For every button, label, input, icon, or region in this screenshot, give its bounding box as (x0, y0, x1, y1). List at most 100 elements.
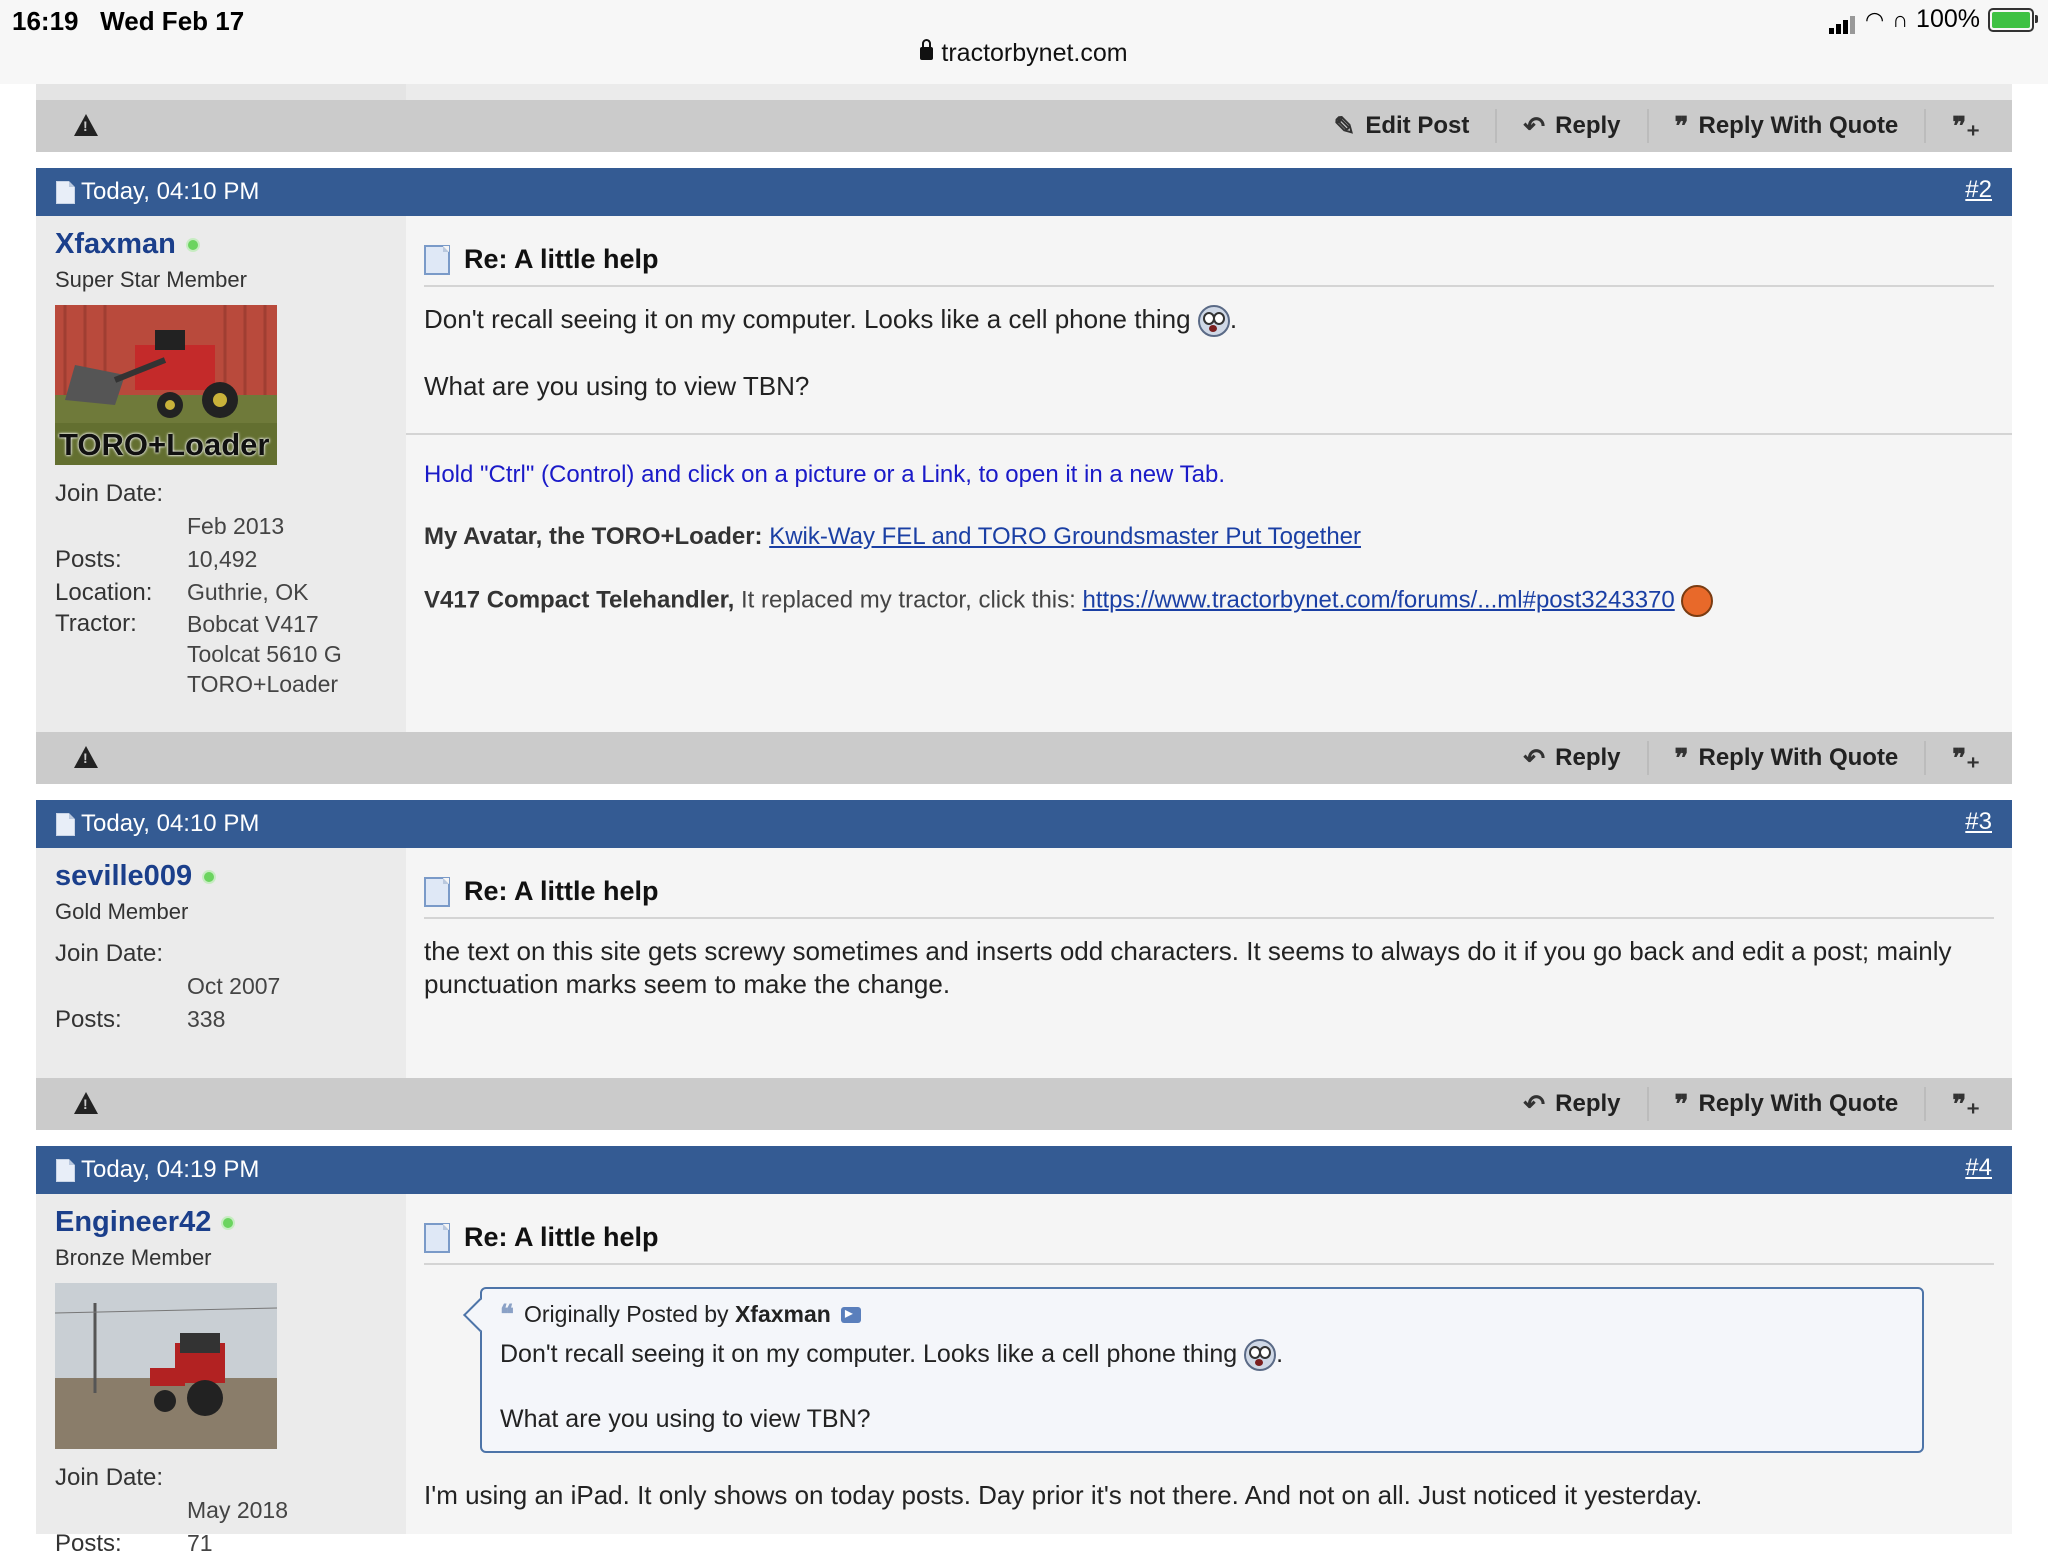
user-info-panel: Engineer42 Bronze Member Join Date: May … (36, 1194, 406, 1557)
clock-date: Wed Feb 17 (100, 6, 245, 36)
quote-bubble-icon: ❞ (1674, 1088, 1689, 1119)
username-link[interactable]: Engineer42 (55, 1206, 406, 1239)
view-post-arrow-icon[interactable] (840, 1303, 861, 1323)
user-title: Bronze Member (55, 1245, 212, 1270)
post-icon (424, 244, 450, 275)
online-status-icon (185, 237, 200, 252)
user-title: Gold Member (55, 899, 189, 924)
multi-quote-button[interactable]: ❞₊ (1924, 109, 1990, 143)
reply-arrow-icon: ↶ (1523, 742, 1546, 773)
edit-post-button[interactable]: ✎ Edit Post (1308, 109, 1496, 143)
avatar[interactable]: TORO+Loader (55, 305, 277, 465)
multi-quote-button[interactable]: ❞₊ (1924, 741, 1990, 775)
quote-author: Xfaxman (734, 1301, 831, 1327)
reply-with-quote-button[interactable]: ❞ Reply With Quote (1646, 741, 1925, 775)
reply-button[interactable]: ↶ Reply (1497, 741, 1646, 775)
post-count: 10,492 (187, 546, 258, 572)
wifi-icon: ◠ (1865, 6, 1885, 32)
user-title: Super Star Member (55, 267, 247, 292)
user-details: Join Date: Feb 2013 Posts: 10,492 Locatio… (55, 477, 406, 699)
status-icons: ◠ ∩ 100% (1829, 5, 2038, 34)
post-date: Today, 04:10 PM (56, 810, 259, 838)
post-content: Re: A little help ❝ Originally Posted by… (406, 1194, 2012, 1534)
post-date: Today, 04:19 PM (56, 1156, 259, 1184)
avatar[interactable] (55, 1283, 277, 1449)
post-title: Re: A little help (424, 876, 1994, 919)
reply-button[interactable]: ↶ Reply (1495, 109, 1646, 143)
post-2-header: Today, 04:10 PM #2 (36, 168, 2012, 216)
post-3-body: seville009 Gold Member Join Date: Oct 20… (36, 848, 2012, 1078)
post-permalink[interactable]: #2 (1965, 176, 1992, 204)
online-status-icon (221, 1215, 236, 1230)
post-2-action-bar: ↶Reply ❞Reply With Quote ❞₊ (36, 732, 2012, 784)
reply-arrow-icon: ↶ (1523, 1088, 1546, 1119)
post-title: Re: A little help (424, 244, 1994, 287)
pencil-icon: ✎ (1333, 110, 1356, 141)
multi-quote-icon: ❞₊ (1952, 1088, 1980, 1119)
report-warning-icon[interactable] (74, 114, 98, 136)
user-details: Join Date: Oct 2007 Posts: 338 (55, 937, 406, 1036)
post-permalink[interactable]: #4 (1965, 1154, 1992, 1182)
multi-quote-button[interactable]: ❞₊ (1924, 1087, 1990, 1121)
reply-with-quote-button[interactable]: ❞ Reply With Quote (1646, 1087, 1925, 1121)
post-1-action-bar: ✎Edit Post ↶Reply ❞Reply With Quote ❞₊ (36, 100, 2012, 152)
battery-percent: 100% (1916, 5, 1980, 33)
lock-icon (920, 39, 934, 60)
battery-icon (1988, 7, 2038, 32)
document-icon (56, 1158, 75, 1182)
signal-icon (1829, 5, 1857, 34)
post-message: Don't recall seeing it on my computer. L… (424, 304, 1238, 402)
shocked-smiley-icon (1244, 1339, 1277, 1372)
join-date: May 2018 (187, 1497, 289, 1523)
reply-button[interactable]: ↶ Reply (1497, 1087, 1646, 1121)
address-bar[interactable]: tractorbynet.com (0, 39, 2048, 68)
post-3-action-bar: ↶Reply ❞Reply With Quote ❞₊ (36, 1078, 2012, 1130)
username-link[interactable]: seville009 (55, 860, 406, 893)
document-icon (56, 812, 75, 836)
thread-content: ✎Edit Post ↶Reply ❞Reply With Quote ❞₊ T… (36, 84, 2012, 1557)
ios-status-bar: 16:19 Wed Feb 17 ◠ ∩ 100% tractorbynet.c… (0, 0, 2048, 84)
shocked-smiley-icon (1197, 305, 1230, 338)
post-4-header: Today, 04:19 PM #4 (36, 1146, 2012, 1194)
previous-post-bottom (36, 84, 2012, 100)
quote-bubble-icon: ❞ (1674, 742, 1689, 773)
post-message: I'm using an iPad. It only shows on toda… (424, 1480, 1703, 1511)
join-date: Oct 2007 (187, 973, 281, 999)
quote-text: Don't recall seeing it on my computer. L… (500, 1339, 1284, 1434)
reply-arrow-icon: ↶ (1523, 110, 1546, 141)
join-date: Feb 2013 (187, 513, 285, 539)
sig-tip: Hold "Ctrl" (Control) and click on a pic… (424, 461, 1225, 488)
post-icon (424, 876, 450, 907)
post-count: 338 (187, 1006, 226, 1032)
sig-v417-link[interactable]: https://www.tractorbynet.com/forums/...m… (1082, 586, 1674, 613)
report-warning-icon[interactable] (74, 1092, 98, 1114)
waving-smiley-icon (1681, 585, 1714, 617)
multi-quote-icon: ❞₊ (1952, 110, 1980, 141)
post-4-body: Engineer42 Bronze Member Join Date: May … (36, 1194, 2012, 1557)
online-status-icon (202, 869, 217, 884)
user-details: Join Date: May 2018 Posts: 71 (55, 1461, 406, 1560)
avatar-caption: TORO+Loader (59, 427, 270, 462)
location: Guthrie, OK (187, 579, 309, 605)
sig-avatar-link[interactable]: Kwik-Way FEL and TORO Groundsmaster Put … (769, 523, 1361, 550)
post-date: Today, 04:10 PM (56, 178, 259, 206)
clock-time: 16:19 (12, 6, 79, 36)
quote-icon: ❝ (500, 1299, 514, 1329)
tractor-list: Bobcat V417 Toolcat 5610 G TORO+Loader (187, 611, 342, 697)
url-text: tractorbynet.com (941, 39, 1128, 67)
status-time: 16:19 Wed Feb 17 (12, 6, 244, 37)
post-title: Re: A little help (424, 1222, 1994, 1265)
report-warning-icon[interactable] (74, 746, 98, 768)
post-permalink[interactable]: #3 (1965, 808, 1992, 836)
quote-header: ❝ Originally Posted by Xfaxman (500, 1299, 1904, 1330)
post-content: Re: A little help the text on this site … (406, 848, 2012, 1078)
post-icon (424, 1222, 450, 1253)
document-icon (56, 180, 75, 204)
signature: Hold "Ctrl" (Control) and click on a pic… (406, 433, 2012, 617)
post-message: the text on this site gets screwy someti… (424, 936, 1952, 999)
post-3-header: Today, 04:10 PM #3 (36, 800, 2012, 848)
user-info-panel: seville009 Gold Member Join Date: Oct 20… (36, 848, 406, 1078)
post-2-body: Xfaxman Super Star Member TORO+Loader Jo… (36, 216, 2012, 732)
reply-with-quote-button[interactable]: ❞ Reply With Quote (1646, 109, 1925, 143)
username-link[interactable]: Xfaxman (55, 228, 406, 261)
